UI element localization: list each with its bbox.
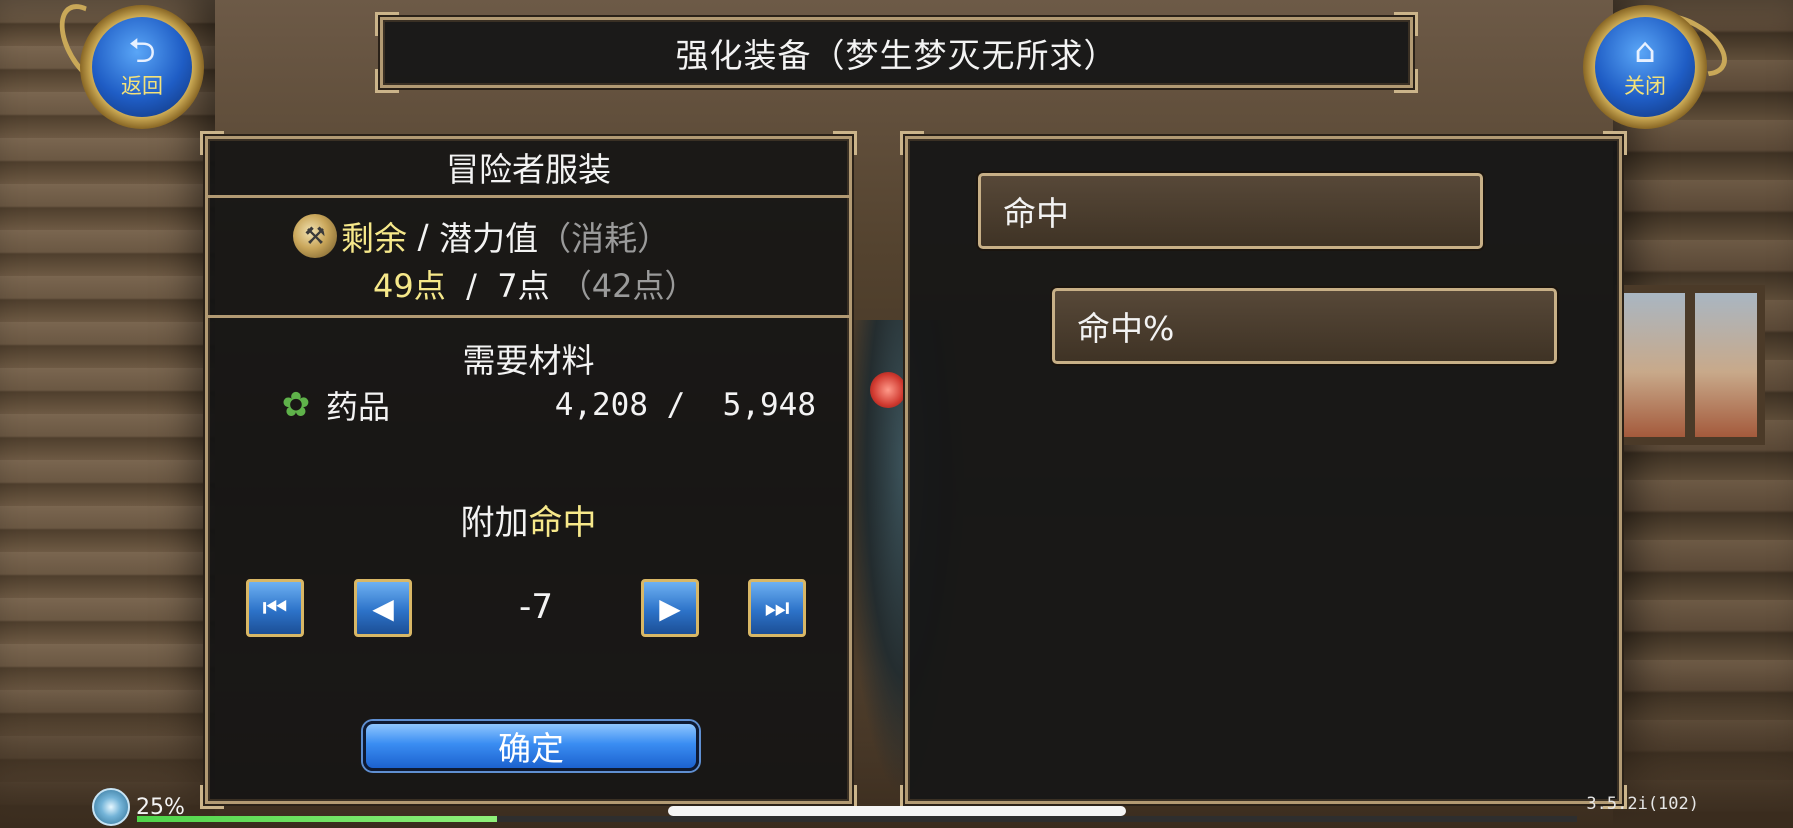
quantity-stepper: ⏮ ◀ -7 ▶ ⏭ [246,579,816,639]
stat-item-hit[interactable]: 命中 [978,173,1483,249]
potential-value: 7点 [497,267,550,305]
material-need: 5,948 [722,387,816,423]
remaining-label: 剩余 [341,219,407,258]
last-button[interactable]: ⏭ [748,579,806,637]
consume-label: （消耗） [538,219,671,258]
home-indicator[interactable] [668,806,1126,816]
progress-bar [137,816,1577,822]
attach-stat-name: 命中 [528,503,597,543]
attach-stat: 附加命中 [208,495,849,544]
back-button-label: 返回 [121,74,163,98]
herb-icon: ✿ [281,385,311,425]
progress-fill [137,816,497,822]
home-icon: ⌂ [1634,31,1656,71]
consume-value: （42点） [559,267,697,305]
potential-label: 潜力值 [439,219,539,258]
material-count: 4,208 / 5,948 [554,387,816,423]
title-bar: 强化装备（梦生梦灭无所求） [375,12,1418,93]
button-core: ⌂ 关闭 [1595,17,1695,117]
background-window [1615,285,1765,445]
remaining-value: 49点 [373,267,446,305]
points-labels: ⚒ 剩余 / 潜力值 （消耗） [293,212,670,260]
separator: / [455,267,488,305]
material-name: 药品 [326,388,391,426]
stepper-value: -7 [519,587,553,627]
enhance-panel: 冒险者服装 ⚒ 剩余 / 潜力值 （消耗） 49点 / 7点 （42点） 需要材… [200,131,857,809]
points-box: ⚒ 剩余 / 潜力值 （消耗） 49点 / 7点 （42点） [208,198,849,318]
page-title: 强化装备（梦生梦灭无所求） [675,35,1118,75]
material-item: ✿ 药品 4,208 / 5,948 [276,382,816,428]
prev-button[interactable]: ◀ [354,579,412,637]
close-button-label: 关闭 [1624,74,1666,98]
attach-prefix: 附加 [460,503,529,543]
confirm-button[interactable]: 确定 [363,721,699,771]
stat-label: 命中 [1003,194,1069,233]
back-button[interactable]: ⮌ 返回 [46,0,212,140]
back-arrow-icon: ⮌ [128,31,156,71]
next-button[interactable]: ▶ [641,579,699,637]
material-have: 4,208 [554,387,649,423]
button-core: ⮌ 返回 [92,17,192,117]
equipment-name: 冒险者服装 [208,139,849,198]
first-button[interactable]: ⏮ [246,579,304,637]
orb-icon [92,788,130,826]
skip-last-icon: ⏭ [764,591,790,624]
materials-title: 需要材料 [462,341,595,380]
prev-icon: ◀ [372,591,394,625]
points-values: 49点 / 7点 （42点） [373,261,696,307]
player-character-hair [870,372,906,408]
stat-label: 命中% [1077,309,1175,348]
separator: / [407,216,440,256]
stats-panel: 命中 命中% [900,131,1627,809]
skip-first-icon: ⏮ [262,591,288,624]
close-button[interactable]: ⌂ 关闭 [1565,0,1738,140]
stat-item-hit-percent[interactable]: 命中% [1052,288,1557,364]
next-icon: ▶ [659,591,681,625]
version-label: 3.5.2i(102) [1586,794,1699,814]
anvil-icon: ⚒ [293,214,337,258]
